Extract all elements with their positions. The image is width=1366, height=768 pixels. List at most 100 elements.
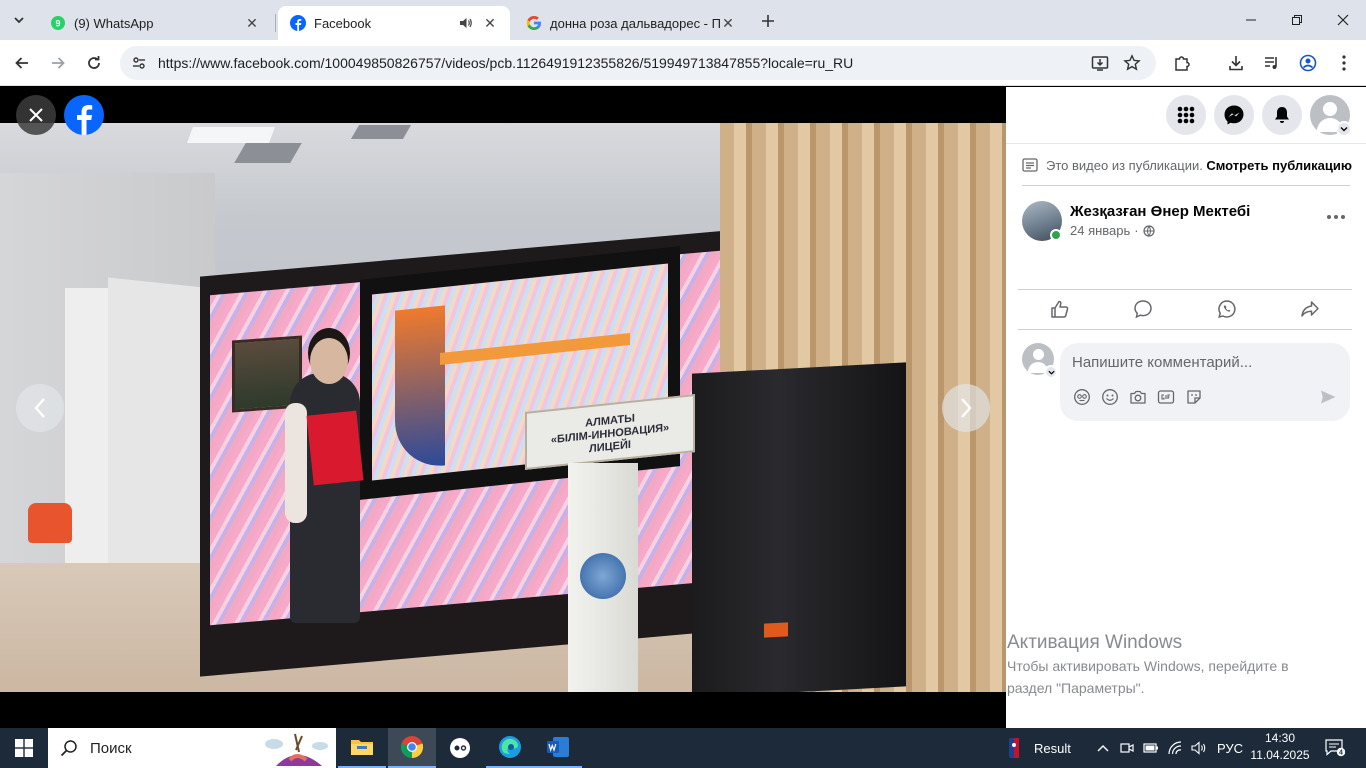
restore-button[interactable] <box>1274 0 1320 40</box>
share-button[interactable] <box>1269 291 1353 327</box>
post-actions <box>1018 291 1352 327</box>
bookmark-button[interactable] <box>1118 49 1146 77</box>
facebook-logo[interactable] <box>64 95 104 135</box>
install-app-button[interactable] <box>1086 49 1114 77</box>
chevron-right-icon <box>961 398 972 418</box>
scene-vent <box>234 143 302 163</box>
notifications-button[interactable] <box>1262 95 1302 135</box>
extensions-button[interactable] <box>1168 49 1196 77</box>
forward-button[interactable] <box>44 49 72 77</box>
close-window-button[interactable] <box>1320 0 1366 40</box>
avatar-sticker-button[interactable] <box>1072 387 1092 407</box>
notification-icon: 4 <box>1325 739 1345 757</box>
gif-button[interactable] <box>1156 387 1176 407</box>
facebook-video-page: АЛМАТЫ «БІЛІМ-ИННОВАЦИЯ» ЛИЦЕЙІ Это виде… <box>0 87 1366 728</box>
battery-icon[interactable] <box>1140 728 1162 768</box>
camera-tray-icon[interactable] <box>1116 728 1138 768</box>
online-status-dot <box>1050 229 1062 241</box>
taskbar-word[interactable] <box>534 728 582 768</box>
taskbar-chrome[interactable] <box>388 728 436 768</box>
taskbar-edge[interactable] <box>486 728 534 768</box>
chevron-down-icon <box>1047 370 1055 375</box>
video-controls-bar[interactable] <box>0 692 1006 728</box>
start-button[interactable] <box>0 728 48 768</box>
nba-icon[interactable] <box>1003 728 1025 768</box>
commenter-switch-badge[interactable] <box>1044 365 1058 379</box>
new-tab-button[interactable] <box>757 10 779 32</box>
like-button[interactable] <box>1018 291 1102 327</box>
divider <box>1022 185 1350 186</box>
messenger-button[interactable] <box>1214 95 1254 135</box>
search-highlight-icon <box>265 733 328 766</box>
reload-button[interactable] <box>80 49 108 77</box>
clock-time: 14:30 <box>1264 731 1296 745</box>
photo-button[interactable] <box>1128 387 1148 407</box>
address-bar[interactable]: https://www.facebook.com/100049850826757… <box>120 46 1156 80</box>
page-name[interactable]: Жезқазған Өнер Мектебі <box>1070 203 1250 220</box>
next-button[interactable] <box>942 384 990 432</box>
reload-icon <box>88 56 100 69</box>
thumbs-up-icon <box>1051 300 1069 318</box>
profile-button[interactable] <box>1294 49 1322 77</box>
view-publication-link[interactable]: Смотреть публикацию <box>1206 158 1352 173</box>
close-viewer-button[interactable] <box>16 95 56 135</box>
language-indicator[interactable]: РУС <box>1217 728 1243 768</box>
back-button[interactable] <box>8 49 36 77</box>
emoji-button[interactable] <box>1100 387 1120 407</box>
plus-icon <box>762 15 774 27</box>
publication-notice: Это видео из публикации. Смотреть публик… <box>1022 155 1352 175</box>
watermark-line: Чтобы активировать Windows, перейдите в <box>1007 658 1289 674</box>
scene-speaker-logo <box>764 622 788 638</box>
tab-search-button[interactable] <box>6 8 32 32</box>
whatsapp-share-button[interactable] <box>1185 291 1269 327</box>
facebook-icon <box>77 105 93 135</box>
previous-button[interactable] <box>16 384 64 432</box>
video-player[interactable]: АЛМАТЫ «БІЛІМ-ИННОВАЦИЯ» ЛИЦЕЙІ <box>0 123 1006 692</box>
show-hidden-icons[interactable] <box>1092 728 1114 768</box>
close-tab-icon[interactable]: ✕ <box>482 15 498 31</box>
scene-chair <box>28 503 72 543</box>
downloads-button[interactable] <box>1222 49 1250 77</box>
volume-icon[interactable] <box>1188 728 1210 768</box>
publication-note: Это видео из публикации. <box>1046 157 1203 173</box>
tab-google-search[interactable]: донна роза дальвадорес - По ✕ <box>514 6 748 40</box>
grid-menu-icon <box>1177 106 1195 124</box>
scene-slide-graphic <box>395 305 445 471</box>
send-icon <box>1321 390 1336 404</box>
menu-button[interactable] <box>1166 95 1206 135</box>
clock[interactable]: 14:30 11.04.2025 <box>1248 730 1312 764</box>
send-comment-button[interactable] <box>1318 387 1338 407</box>
tab-facebook[interactable]: Facebook ✕ <box>278 6 510 40</box>
speaker-icon[interactable] <box>458 15 474 31</box>
taskbar-app[interactable] <box>436 728 484 768</box>
site-settings-icon[interactable] <box>122 46 156 80</box>
comment-button[interactable] <box>1102 291 1186 327</box>
google-icon <box>526 15 542 31</box>
account-avatar[interactable] <box>1310 95 1352 137</box>
globe-icon <box>1143 224 1155 237</box>
sticker-button[interactable] <box>1184 387 1204 407</box>
notification-center-button[interactable]: 4 <box>1322 728 1348 768</box>
minimize-button[interactable] <box>1228 0 1274 40</box>
close-tab-icon[interactable]: ✕ <box>720 15 736 31</box>
scene-podium-logo <box>580 553 626 599</box>
wifi-icon[interactable] <box>1164 728 1186 768</box>
comment-input[interactable] <box>1072 351 1332 373</box>
notification-count: 4 <box>1339 750 1343 757</box>
install-icon <box>1091 56 1109 71</box>
tab-title: донна роза дальвадорес - По <box>550 15 720 31</box>
taskbar-file-explorer[interactable] <box>338 728 386 768</box>
divider <box>1018 329 1352 330</box>
account-menu-badge[interactable] <box>1336 121 1352 137</box>
post-options-button[interactable] <box>1320 205 1352 229</box>
arrow-right-icon <box>52 57 65 69</box>
commenter-avatar[interactable] <box>1022 343 1058 379</box>
browser-menu-button[interactable] <box>1330 49 1358 77</box>
taskbar-search[interactable]: Поиск <box>48 728 336 768</box>
close-tab-icon[interactable]: ✕ <box>244 15 260 31</box>
media-control-button[interactable] <box>1258 49 1286 77</box>
nba-result-label[interactable]: Result <box>1034 728 1071 768</box>
tab-whatsapp[interactable]: 9 (9) WhatsApp ✕ <box>38 6 272 40</box>
app-icon <box>450 738 470 758</box>
post-date[interactable]: 24 январь <box>1070 223 1130 238</box>
